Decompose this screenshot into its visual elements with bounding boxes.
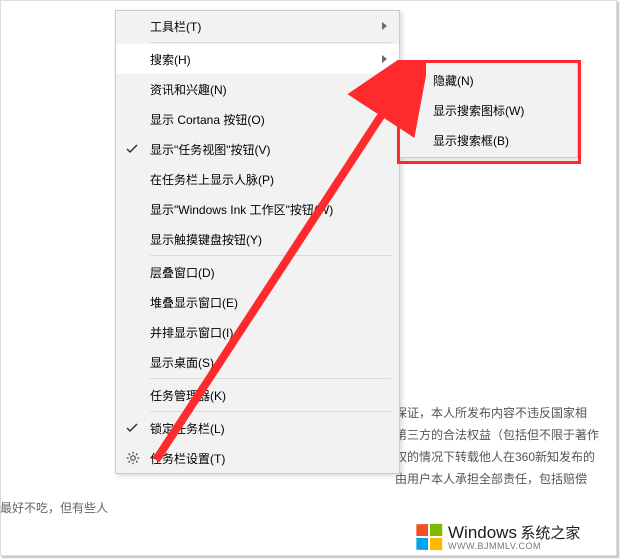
menu-label: 堆叠显示窗口(E)	[150, 294, 238, 311]
check-icon	[126, 144, 138, 154]
menu-separator	[150, 255, 391, 256]
menu-item-ink[interactable]: 显示"Windows Ink 工作区"按钮(W)	[116, 194, 399, 224]
menu-item-lock-taskbar[interactable]: 锁定任务栏(L)	[116, 413, 399, 443]
bg-line: 由用户本人承担全部责任，包括赔偿	[395, 468, 614, 490]
menu-separator	[150, 378, 391, 379]
menu-label: 工具栏(T)	[150, 18, 201, 35]
submenu-label: 显示搜索框(B)	[433, 132, 509, 149]
menu-label: 任务管理器(K)	[150, 387, 226, 404]
menu-item-search[interactable]: 搜索(H)	[116, 44, 399, 74]
watermark-site: 系统之家	[520, 525, 580, 542]
background-paragraph: 保证，本人所发布内容不违反国家相 第三方的合法权益（包括但不限于著作 权的情况下…	[395, 402, 614, 490]
menu-item-side-by-side[interactable]: 并排显示窗口(I)	[116, 317, 399, 347]
menu-item-cortana[interactable]: 显示 Cortana 按钮(O)	[116, 104, 399, 134]
menu-label: 资讯和兴趣(N)	[150, 81, 227, 98]
chevron-right-icon	[382, 85, 387, 93]
chevron-right-icon	[382, 55, 387, 63]
check-icon	[126, 423, 138, 433]
bg-line: 保证，本人所发布内容不违反国家相	[395, 402, 614, 424]
menu-item-taskbar-settings[interactable]: 任务栏设置(T)	[116, 443, 399, 473]
menu-item-taskview[interactable]: 显示"任务视图"按钮(V)	[116, 134, 399, 164]
menu-label: 并排显示窗口(I)	[150, 324, 233, 341]
menu-label: 在任务栏上显示人脉(P)	[150, 171, 274, 188]
bg-line: 第三方的合法权益（包括但不限于著作	[395, 424, 614, 446]
submenu-label: 隐藏(N)	[433, 72, 474, 89]
chevron-right-icon	[382, 22, 387, 30]
background-note: 最好不吃，但有些人	[0, 499, 108, 516]
menu-item-stacked[interactable]: 堆叠显示窗口(E)	[116, 287, 399, 317]
menu-label: 显示"任务视图"按钮(V)	[150, 141, 271, 158]
submenu-item-show-box[interactable]: 显示搜索框(B)	[399, 125, 577, 155]
menu-separator	[150, 411, 391, 412]
watermark-brand: Windows	[448, 523, 517, 542]
search-submenu: 隐藏(N) 显示搜索图标(W) 显示搜索框(B)	[398, 62, 578, 158]
watermark: Windows 系统之家 WWW.BJMMLV.COM	[416, 524, 580, 551]
menu-label: 显示 Cortana 按钮(O)	[150, 111, 265, 128]
bg-line: 权的情况下转载他人在360新知发布的	[395, 446, 614, 468]
check-icon	[409, 75, 421, 85]
menu-label: 搜索(H)	[150, 51, 191, 68]
menu-item-task-manager[interactable]: 任务管理器(K)	[116, 380, 399, 410]
menu-item-news[interactable]: 资讯和兴趣(N)	[116, 74, 399, 104]
windows-logo-icon	[416, 524, 442, 551]
watermark-url: WWW.BJMMLV.COM	[448, 542, 580, 551]
menu-label: 显示触摸键盘按钮(Y)	[150, 231, 262, 248]
submenu-item-show-icon[interactable]: 显示搜索图标(W)	[399, 95, 577, 125]
menu-label: 显示"Windows Ink 工作区"按钮(W)	[150, 201, 333, 218]
submenu-item-hidden[interactable]: 隐藏(N)	[399, 65, 577, 95]
menu-label: 任务栏设置(T)	[150, 450, 225, 467]
menu-item-people[interactable]: 在任务栏上显示人脉(P)	[116, 164, 399, 194]
gear-icon	[126, 451, 140, 465]
menu-item-touchkbd[interactable]: 显示触摸键盘按钮(Y)	[116, 224, 399, 254]
menu-item-toolbars[interactable]: 工具栏(T)	[116, 11, 399, 41]
menu-label: 显示桌面(S)	[150, 354, 214, 371]
menu-item-cascade[interactable]: 层叠窗口(D)	[116, 257, 399, 287]
menu-item-show-desktop[interactable]: 显示桌面(S)	[116, 347, 399, 377]
taskbar-context-menu: 工具栏(T) 搜索(H) 资讯和兴趣(N) 显示 Cortana 按钮(O) 显…	[115, 10, 400, 474]
submenu-label: 显示搜索图标(W)	[433, 102, 524, 119]
menu-separator	[150, 42, 391, 43]
menu-label: 层叠窗口(D)	[150, 264, 215, 281]
menu-label: 锁定任务栏(L)	[150, 420, 225, 437]
watermark-text: Windows 系统之家 WWW.BJMMLV.COM	[448, 524, 580, 551]
